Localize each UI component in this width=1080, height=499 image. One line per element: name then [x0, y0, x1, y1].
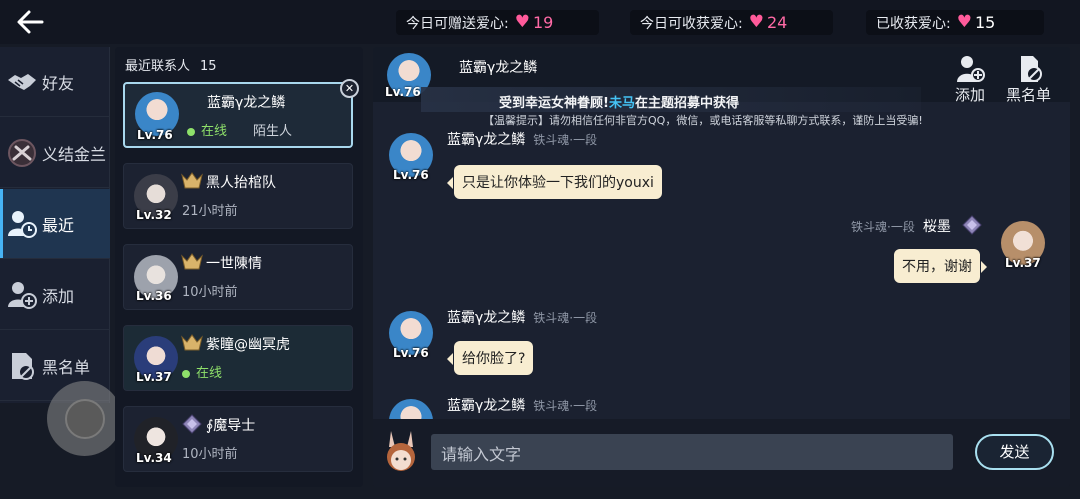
side-nav: 好友 义结金兰 最近 添加 黑名单	[0, 47, 110, 403]
heart-icon: ♥	[956, 12, 972, 32]
emoji-button[interactable]	[381, 429, 421, 475]
message-sender: 蓝霸γ龙之鳞 铁斗魂·一段	[447, 132, 598, 148]
contact-item[interactable]: Lv.76 蓝霸γ龙之鳞 在线 陌生人	[123, 82, 353, 148]
recent-contacts-panel: 最近联系人 15 Lv.76 蓝霸γ龙之鳞 在线 陌生人 Lv.32 黑人抬棺队 …	[115, 47, 363, 487]
blacklist-icon	[1012, 54, 1046, 84]
recent-contact-icon	[6, 208, 38, 240]
message-bubble: 给你脸了?	[446, 341, 534, 375]
add-user-icon	[953, 54, 987, 84]
message-input[interactable]: 请输入文字	[431, 434, 953, 470]
contacts-title: 最近联系人	[125, 59, 191, 74]
add-friend-button[interactable]: 添加	[953, 54, 987, 105]
rank-badge-icon	[182, 414, 202, 434]
chat-input-bar: 请输入文字 发送	[373, 419, 1070, 487]
receivable-hearts-label: 今日可收获爱心:	[640, 15, 743, 32]
gift-hearts-stat: 今日可赠送爱心: ♥ 19	[396, 10, 599, 35]
nav-item-label: 义结金兰	[42, 144, 107, 164]
nav-item-label: 添加	[42, 286, 75, 306]
receivable-hearts-value: 24	[766, 13, 788, 32]
message-sender: 蓝霸γ龙之鳞 铁斗魂·一段	[447, 398, 598, 414]
floating-assistant-button[interactable]	[47, 381, 122, 456]
message-level: Lv.37	[1005, 256, 1041, 270]
blacklist-icon	[6, 350, 38, 382]
message-sender: 蓝霸γ龙之鳞 铁斗魂·一段	[447, 310, 598, 326]
contact-status: 在线	[187, 120, 227, 139]
heart-icon: ♥	[748, 12, 764, 32]
contacts-header: 最近联系人 15	[125, 55, 217, 74]
contact-name: 紫瞳@幽冥虎	[206, 337, 290, 353]
banner-prefix: 受到幸运女神眷顾!	[499, 96, 609, 111]
rank-badge-icon	[181, 334, 203, 351]
received-hearts-value: 15	[974, 13, 996, 32]
rank-badge-icon	[962, 215, 982, 235]
add-user-icon	[6, 279, 38, 311]
contact-item[interactable]: Lv.37 紫瞳@幽冥虎 在线	[123, 325, 353, 391]
send-button[interactable]: 发送	[975, 434, 1054, 470]
online-dot-icon	[187, 127, 195, 136]
contact-name: 蓝霸γ龙之鳞	[207, 95, 286, 111]
heart-icon: ♥	[514, 12, 530, 32]
banner-highlight: 未马	[608, 96, 635, 111]
nav-item-label: 最近	[42, 215, 75, 235]
assistant-icon	[64, 398, 105, 439]
contact-name: 一世陳情	[206, 256, 262, 272]
nav-item-label: 好友	[42, 73, 75, 93]
contact-level: Lv.37	[136, 370, 172, 384]
gift-hearts-value: 19	[532, 13, 554, 32]
blacklist-label: 黑名单	[1006, 86, 1052, 104]
nav-item-add[interactable]: 添加	[0, 260, 110, 330]
contact-name: 黑人抬棺队	[206, 175, 276, 191]
contact-level: Lv.76	[137, 128, 173, 142]
contact-status: 在线	[182, 362, 222, 381]
contact-level: Lv.34	[136, 451, 172, 465]
online-dot-icon	[182, 369, 190, 378]
receivable-hearts-stat: 今日可收获爱心: ♥ 24	[630, 10, 833, 35]
contact-level: Lv.36	[136, 289, 172, 303]
nav-item-recent[interactable]: 最近	[0, 189, 110, 259]
message-level: Lv.76	[393, 346, 429, 360]
close-icon[interactable]: ✕	[340, 79, 359, 98]
rank-badge-icon	[181, 172, 203, 189]
banner-suffix: 在主题招募中获得	[634, 96, 739, 111]
contact-item[interactable]: Lv.34 ∮魔导士 10小时前	[123, 406, 353, 472]
contact-level: Lv.32	[136, 208, 172, 222]
blacklist-button[interactable]: 黑名单	[1006, 54, 1051, 105]
back-arrow-icon[interactable]	[12, 6, 46, 38]
stranger-tag: 陌生人	[253, 124, 293, 139]
rank-badge-icon	[181, 253, 203, 270]
contact-item[interactable]: Lv.32 黑人抬棺队 21小时前	[123, 163, 353, 229]
announcement-banner: 受到幸运女神眷顾!未马在主题招募中获得	[421, 87, 921, 112]
message-sender: 铁斗魂·一段 桜墨	[851, 219, 951, 235]
contact-name: ∮魔导士	[206, 418, 256, 434]
contact-item[interactable]: Lv.36 一世陳情 10小时前	[123, 244, 353, 310]
contact-status: 10小时前	[182, 285, 238, 300]
brotherhood-icon	[6, 137, 38, 169]
safety-hint: 【温馨提示】请勿相信任何非官方QQ，微信，或电话客服等私聊方式联系，谨防上当受骗…	[483, 114, 923, 127]
handshake-icon	[6, 66, 38, 98]
chat-partner-name: 蓝霸γ龙之鳞	[459, 60, 538, 76]
nav-item-brotherhood[interactable]: 义结金兰	[0, 118, 110, 188]
nav-item-label: 黑名单	[42, 357, 91, 377]
add-friend-label: 添加	[954, 86, 985, 104]
message-bubble: 不用，谢谢	[894, 249, 987, 283]
message-bubble: 只是让你体验一下我们的youxi	[447, 165, 662, 199]
contact-status: 21小时前	[182, 204, 238, 219]
chat-panel: Lv.76 蓝霸γ龙之鳞 添加 黑名单 受到幸运女神眷顾!未马在主题招募中获得 …	[373, 47, 1070, 487]
received-hearts-stat: 已收获爱心: ♥ 15	[866, 10, 1044, 35]
top-bar: 今日可赠送爱心: ♥ 19 今日可收获爱心: ♥ 24 已收获爱心: ♥ 15	[0, 0, 1080, 44]
message-level: Lv.76	[393, 168, 429, 182]
chat-partner-level: Lv.76	[385, 85, 421, 99]
gift-hearts-label: 今日可赠送爱心:	[406, 15, 509, 32]
contact-status: 10小时前	[182, 447, 238, 462]
nav-item-friends[interactable]: 好友	[0, 47, 110, 117]
contacts-count: 15	[200, 59, 217, 74]
received-hearts-label: 已收获爱心:	[876, 15, 951, 32]
